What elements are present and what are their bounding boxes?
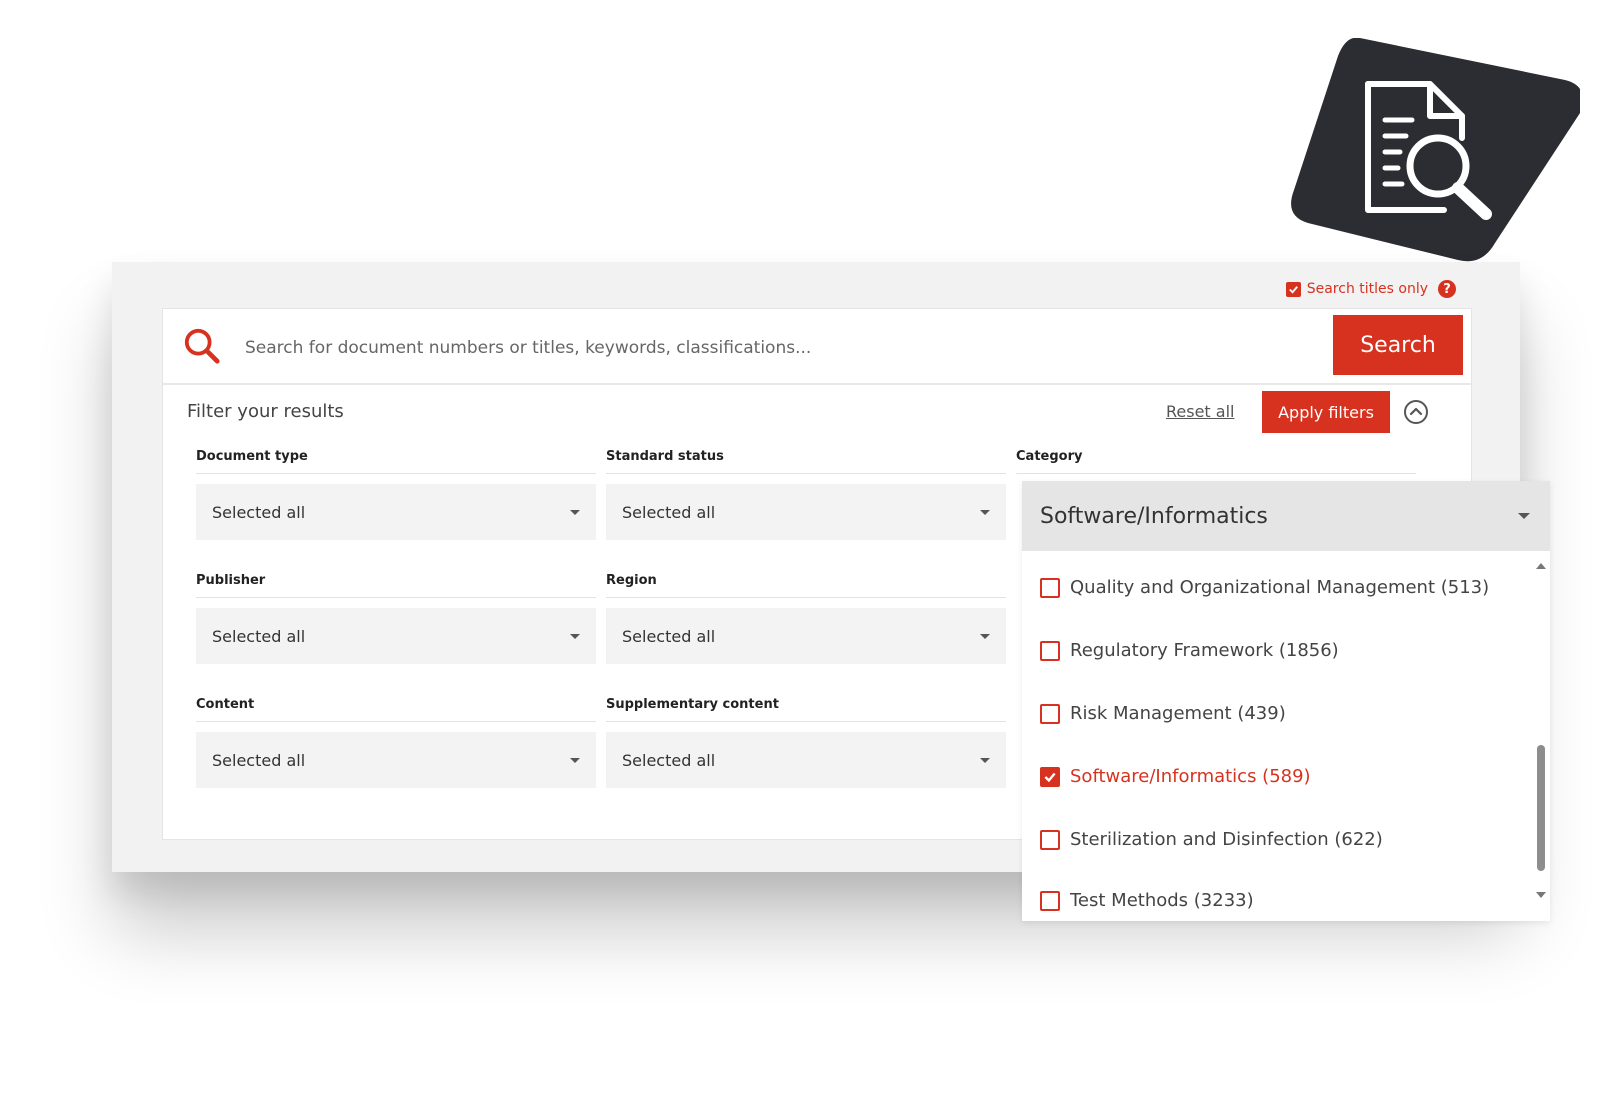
document-type-select[interactable]: Selected all [196,484,596,540]
search-button[interactable]: Search [1333,315,1463,375]
document-search-badge [1290,37,1583,268]
content-filter: Content Selected all [196,697,596,788]
category-option[interactable]: Test Methods (3233) [1040,890,1254,911]
document-search-icon [1291,37,1583,262]
standard-status-value: Selected all [622,502,716,522]
chevron-down-icon [570,757,580,763]
publisher-filter: Publisher Selected all [196,573,596,664]
category-option[interactable]: Risk Management (439) [1040,703,1286,724]
category-option[interactable]: Quality and Organizational Management (5… [1040,577,1489,598]
collapse-filters-icon[interactable] [1403,399,1429,425]
category-options-list: Quality and Organizational Management (5… [1022,551,1532,921]
option-label: Quality and Organizational Management (5… [1070,577,1490,598]
supplementary-content-value: Selected all [622,750,716,770]
category-select[interactable]: Software/Informatics [1022,481,1550,551]
document-type-value: Selected all [212,502,306,522]
chevron-down-icon [980,633,990,639]
option-label: Test Methods (3233) [1070,890,1254,911]
search-titles-only-checkbox[interactable] [1285,281,1301,297]
option-checkbox[interactable] [1040,703,1060,724]
search-titles-only-label: Search titles only [1306,281,1428,297]
scrollbar-thumb[interactable] [1537,745,1545,871]
option-label: Sterilization and Disinfection (622) [1070,829,1383,850]
reset-all-link[interactable]: Reset all [1166,402,1234,421]
help-icon[interactable]: ? [1438,280,1456,298]
category-filter: Category [1016,449,1416,474]
category-selected-value: Software/Informatics [1040,503,1268,529]
standard-status-select[interactable]: Selected all [606,484,1006,540]
supplementary-content-filter: Supplementary content Selected all [606,697,1006,788]
publisher-select[interactable]: Selected all [196,608,596,664]
option-checkbox[interactable] [1040,766,1060,787]
option-label: Software/Informatics (589) [1070,766,1311,787]
option-checkbox[interactable] [1040,890,1060,911]
dropdown-scrollbar[interactable] [1532,551,1550,921]
category-option[interactable]: Regulatory Framework (1856) [1040,640,1339,661]
chevron-down-icon [1518,513,1530,519]
scroll-down-icon[interactable] [1536,892,1546,898]
search-input[interactable] [243,329,1227,367]
option-label: Regulatory Framework (1856) [1070,640,1339,661]
chevron-down-icon [980,757,990,763]
apply-filters-button[interactable]: Apply filters [1262,391,1390,433]
option-checkbox[interactable] [1040,577,1060,598]
content-value: Selected all [212,750,306,770]
standard-status-filter: Standard status Selected all [606,449,1006,540]
region-label: Region [606,573,1006,598]
search-titles-only-option[interactable]: Search titles only ? [1285,280,1456,298]
search-bar: Search [163,309,1471,385]
option-label: Risk Management (439) [1070,703,1286,724]
region-select[interactable]: Selected all [606,608,1006,664]
publisher-label: Publisher [196,573,596,598]
category-dropdown: Software/Informatics Quality and Organiz… [1022,481,1550,921]
scroll-up-icon[interactable] [1536,563,1546,569]
search-icon [184,328,220,364]
filter-title: Filter your results [187,401,344,422]
option-checkbox[interactable] [1040,829,1060,850]
option-checkbox[interactable] [1040,640,1060,661]
chevron-down-icon [980,509,990,515]
chevron-down-icon [570,509,580,515]
content-select[interactable]: Selected all [196,732,596,788]
category-label: Category [1016,449,1416,474]
category-option[interactable]: Sterilization and Disinfection (622) [1040,829,1383,850]
publisher-value: Selected all [212,626,306,646]
document-type-filter: Document type Selected all [196,449,596,540]
region-filter: Region Selected all [606,573,1006,664]
content-label: Content [196,697,596,722]
category-option[interactable]: Software/Informatics (589) [1040,766,1311,787]
document-type-label: Document type [196,449,596,474]
supplementary-content-select[interactable]: Selected all [606,732,1006,788]
supplementary-content-label: Supplementary content [606,697,1006,722]
region-value: Selected all [622,626,716,646]
chevron-down-icon [570,633,580,639]
standard-status-label: Standard status [606,449,1006,474]
